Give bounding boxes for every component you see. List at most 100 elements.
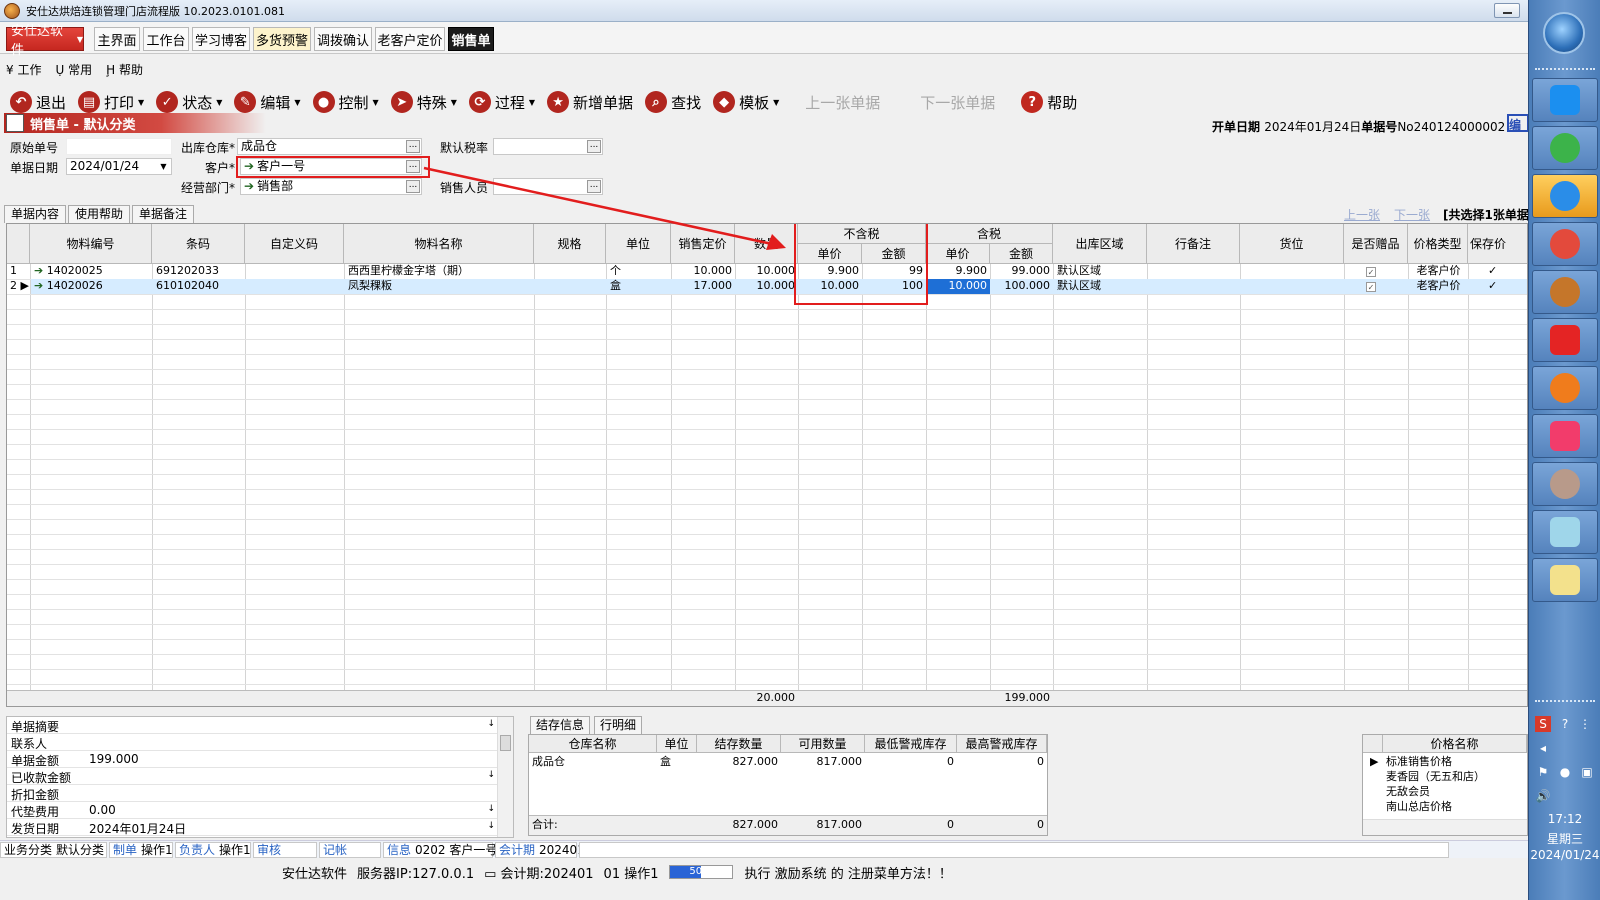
stock-available[interactable]: 817.000 bbox=[781, 755, 865, 770]
row-item-name[interactable]: 西西里柠檬金字塔（期） bbox=[345, 264, 534, 279]
row-out-area[interactable]: 默认区域 bbox=[1054, 264, 1147, 279]
stock-balance[interactable]: 827.000 bbox=[697, 755, 781, 770]
stock-unit[interactable]: 盒 bbox=[657, 755, 697, 770]
row-gift-checkbox[interactable]: ✓ bbox=[1363, 280, 1393, 295]
col-price-name[interactable]: 价格名称 bbox=[1383, 735, 1527, 753]
summary-value[interactable]: 0.00 bbox=[89, 803, 116, 817]
taskbar-video-app[interactable] bbox=[1532, 414, 1598, 458]
taskbar-firefox[interactable] bbox=[1532, 366, 1598, 410]
ellipsis-icon[interactable]: ... bbox=[587, 140, 601, 153]
col-barcode[interactable]: 条码 bbox=[152, 224, 245, 264]
network-icon[interactable]: ▣ bbox=[1579, 764, 1595, 780]
summary-row[interactable]: 折扣金额 bbox=[7, 785, 497, 802]
menu-common[interactable]: Ụ 常用 bbox=[55, 61, 92, 78]
col-in-tax-amount[interactable]: 金额 bbox=[990, 244, 1053, 264]
dropdown-arrow-icon[interactable]: ↓ bbox=[487, 804, 495, 814]
print-button[interactable]: ▤ 打印 ▼ bbox=[78, 91, 144, 113]
taskbar-notes-app[interactable] bbox=[1532, 510, 1598, 554]
price-item[interactable]: 无敌会员 bbox=[1383, 785, 1527, 800]
tab-sales-order[interactable]: 销售单 bbox=[448, 27, 494, 51]
summary-scrollbar[interactable] bbox=[497, 717, 513, 837]
dropdown-arrow-icon[interactable]: ↓ bbox=[487, 821, 495, 831]
row-out-area[interactable]: 默认区域 bbox=[1054, 279, 1147, 294]
prev-link[interactable]: 上一张 bbox=[1344, 208, 1380, 222]
row-quantity[interactable]: 10.000 bbox=[736, 264, 798, 279]
special-button[interactable]: ➤ 特殊 ▼ bbox=[390, 91, 457, 113]
dept-input[interactable]: ➔ 销售部... bbox=[240, 178, 422, 195]
row-item-code[interactable]: ➔ 14020026 bbox=[31, 279, 152, 294]
price-item[interactable]: 南山总店价格 bbox=[1383, 800, 1527, 815]
col-save-price[interactable]: 保存价 bbox=[1468, 224, 1527, 264]
col-location[interactable]: 货位 bbox=[1240, 224, 1344, 264]
row-spec[interactable] bbox=[535, 279, 606, 294]
taskbar-wechat[interactable] bbox=[1532, 126, 1598, 170]
clock-time[interactable]: 17:12 bbox=[1529, 812, 1600, 826]
tab-row-detail[interactable]: 行明细 bbox=[594, 716, 643, 734]
tab-workbench[interactable]: 工作台 bbox=[143, 27, 189, 51]
status-button[interactable]: ✓ 状态 ▼ bbox=[156, 91, 222, 113]
caret-down-icon[interactable]: ▼ bbox=[157, 160, 170, 173]
stock-warehouse[interactable]: 成品仓 bbox=[529, 755, 657, 770]
help-tray-icon[interactable]: ? bbox=[1557, 716, 1573, 732]
row-note[interactable] bbox=[1148, 264, 1240, 279]
start-button[interactable] bbox=[1543, 12, 1585, 54]
tab-home[interactable]: 主界面 bbox=[94, 27, 140, 51]
price-item[interactable]: 麦香园（无五和店） bbox=[1383, 770, 1527, 785]
col-out-area[interactable]: 出库区域 bbox=[1053, 224, 1147, 264]
row-barcode[interactable]: 610102040 bbox=[153, 279, 245, 294]
help-button[interactable]: ? 帮助 bbox=[1021, 91, 1077, 113]
tab-usage-help[interactable]: 使用帮助 bbox=[68, 205, 131, 223]
summary-row[interactable]: 联系人 bbox=[7, 734, 497, 751]
template-button[interactable]: ◆ 模板 ▼ bbox=[713, 91, 779, 113]
col-is-gift[interactable]: 是否赠品 bbox=[1344, 224, 1408, 264]
row-save-price[interactable]: ✓ bbox=[1485, 264, 1505, 279]
tax-rate-input[interactable]: ... bbox=[493, 138, 603, 155]
row-unit[interactable]: 盒 bbox=[607, 279, 671, 294]
dropdown-arrow-icon[interactable]: ↓ bbox=[487, 719, 495, 729]
col-available-qty[interactable]: 可用数量 bbox=[781, 735, 865, 753]
warehouse-input[interactable]: 成品仓... bbox=[237, 138, 422, 155]
row-price-type[interactable]: 老客户价 bbox=[1409, 279, 1468, 294]
col-row-note[interactable]: 行备注 bbox=[1147, 224, 1240, 264]
summary-row[interactable]: 已收款金额 ↓ bbox=[7, 768, 497, 785]
col-price-type[interactable]: 价格类型 bbox=[1408, 224, 1468, 264]
minimize-button[interactable] bbox=[1494, 3, 1520, 18]
volume-icon[interactable]: 🔊 bbox=[1535, 788, 1551, 804]
row-in-tax-amount[interactable]: 100.000 bbox=[991, 279, 1053, 294]
row-note[interactable] bbox=[1148, 279, 1240, 294]
taskbar-help-app[interactable] bbox=[1532, 558, 1598, 602]
summary-row[interactable]: 代垫费用 0.00 ↓ bbox=[7, 802, 497, 819]
col-balance-qty[interactable]: 结存数量 bbox=[697, 735, 781, 753]
col-in-tax-unit[interactable]: 单价 bbox=[926, 244, 990, 264]
tab-transfer-confirm[interactable]: 调拨确认 bbox=[314, 27, 372, 51]
col-max-stock[interactable]: 最高警戒库存 bbox=[957, 735, 1047, 753]
new-document-button[interactable]: ★ 新增单据 bbox=[547, 91, 633, 113]
dropdown-arrow-icon[interactable]: ↓ bbox=[487, 770, 495, 780]
tab-document-notes[interactable]: 单据备注 bbox=[132, 205, 195, 223]
scroll-thumb[interactable] bbox=[500, 735, 511, 751]
row-in-tax-unit[interactable]: 10.000 bbox=[927, 279, 990, 294]
col-min-stock[interactable]: 最低警戒库存 bbox=[865, 735, 957, 753]
tab-stock-info[interactable]: 结存信息 bbox=[530, 716, 591, 734]
price-list-hscroll[interactable] bbox=[1363, 819, 1527, 835]
tab-stock-warning[interactable]: 多货预警 bbox=[253, 27, 311, 51]
next-link[interactable]: 下一张 bbox=[1394, 208, 1430, 222]
row-unit[interactable]: 个 bbox=[607, 264, 671, 279]
brand-menu-button[interactable]: 安仕达软件 ▼ bbox=[6, 24, 84, 58]
row-location[interactable] bbox=[1241, 264, 1344, 279]
row-sale-price[interactable]: 10.000 bbox=[672, 264, 735, 279]
previous-document-button[interactable]: 上一张单据 bbox=[805, 92, 880, 113]
process-button[interactable]: ⟳ 过程 ▼ bbox=[468, 91, 535, 113]
tab-old-customer-price[interactable]: 老客户定价 bbox=[375, 27, 445, 51]
col-warehouse-name[interactable]: 仓库名称 bbox=[529, 735, 657, 753]
stock-min[interactable]: 0 bbox=[865, 755, 957, 770]
menu-help[interactable]: Ḩ 帮助 bbox=[106, 61, 143, 78]
taskbar-feishu[interactable] bbox=[1532, 78, 1598, 122]
stock-max[interactable]: 0 bbox=[957, 755, 1047, 770]
row-location[interactable] bbox=[1241, 279, 1344, 294]
exit-button[interactable]: ↶ 退出 bbox=[10, 91, 66, 113]
row-item-name[interactable]: 凤梨稞粄 bbox=[345, 279, 534, 294]
taskbar-search-app[interactable] bbox=[1532, 174, 1598, 218]
row-in-tax-amount[interactable]: 99.000 bbox=[991, 264, 1053, 279]
orig-doc-input[interactable] bbox=[66, 138, 172, 155]
